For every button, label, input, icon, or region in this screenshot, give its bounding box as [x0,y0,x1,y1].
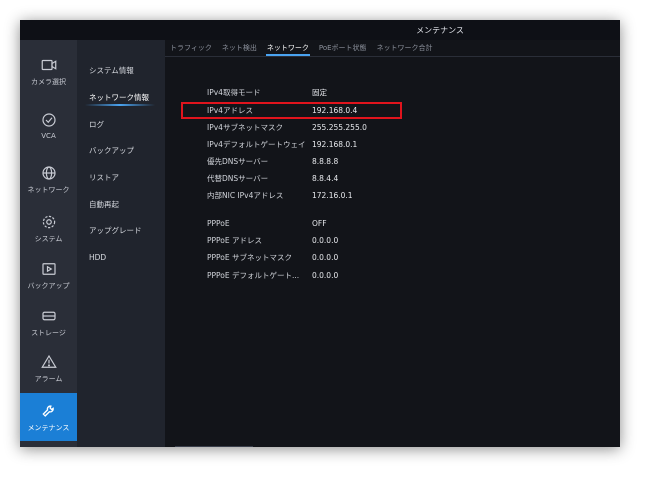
tab-network[interactable]: ネットワーク [262,40,314,56]
rail-item-camera[interactable]: カメラ選択 [20,48,77,94]
submenu-system-info[interactable]: システム情報 [77,61,165,81]
nvr-window: メンテナンス カメラ選択 VCA ネットワーク システム バックアップ ストレー… [20,20,620,447]
submenu-auto-reboot[interactable]: 自動再起 [77,195,165,215]
highlight-box [181,102,402,119]
rail-item-network[interactable]: ネットワーク [20,156,77,202]
maintenance-submenu: システム情報 ネットワーク情報 ログ バックアップ リストア 自動再起 アップグ… [77,40,165,447]
rail-item-vca[interactable]: VCA [20,102,77,148]
globe-icon [41,165,56,180]
submenu-backup[interactable]: バックアップ [77,141,165,161]
window-title: メンテナンス [416,25,464,35]
info-row-pppoe-address: PPPoE アドレス 0.0.0.0 [165,232,620,249]
wrench-icon [41,404,54,417]
info-label: PPPoE サブネットマスク [207,253,293,262]
rail-item-label: カメラ選択 [31,77,66,86]
info-value: 192.168.0.1 [312,140,358,149]
info-label: IPv4デフォルトゲートウェイ [207,140,306,149]
info-row-ipv4-subnet: IPv4サブネットマスク 255.255.255.0 [165,119,620,136]
rail-item-label: VCA [41,131,56,140]
info-label: IPv4サブネットマスク [207,123,283,132]
submenu-restore[interactable]: リストア [77,168,165,188]
info-row-pppoe-gateway: PPPoE デフォルトゲート... 0.0.0.0 [165,267,620,284]
alarm-icon [40,354,57,368]
tab-bar: トラフィック ネット検出 ネットワーク PoEポート状態 ネットワーク合計 [165,40,620,57]
gear-icon [42,215,55,228]
info-label: PPPoE アドレス [207,236,263,245]
info-value: 0.0.0.0 [312,271,339,280]
info-row-pppoe: PPPoE OFF [165,215,620,232]
info-value: 8.8.8.8 [312,157,339,166]
info-value: 0.0.0.0 [312,236,339,245]
submenu-hdd[interactable]: HDD [77,248,165,268]
tab-poe-status[interactable]: PoEポート状態 [314,40,372,56]
rail-item-label: バックアップ [27,281,70,290]
info-label: 優先DNSサーバー [207,157,269,166]
camera-icon [41,59,56,70]
info-value: 固定 [312,88,327,97]
title-bar: メンテナンス [20,20,620,40]
info-label: IPv4取得モード [207,88,261,97]
storage-icon [41,311,56,320]
info-label: 代替DNSサーバー [207,174,269,183]
rail-item-backup[interactable]: バックアップ [20,252,77,298]
info-row-preferred-dns: 優先DNSサーバー 8.8.8.8 [165,153,620,170]
info-value: 172.16.0.1 [312,191,353,200]
info-row-alternate-dns: 代替DNSサーバー 8.8.4.4 [165,170,620,187]
main-menu-rail: カメラ選択 VCA ネットワーク システム バックアップ ストレージ アラーム … [20,40,77,447]
vca-icon [41,112,56,127]
info-value: 0.0.0.0 [312,253,339,262]
rail-item-label: システム [34,234,63,243]
rail-item-label: アラーム [34,374,63,383]
info-row-ipv4-mode: IPv4取得モード 固定 [165,84,620,101]
rail-item-label: ネットワーク [27,185,70,194]
info-label: 内部NIC IPv4アドレス [207,191,284,200]
info-value: 8.8.4.4 [312,174,339,183]
rail-item-maintenance[interactable]: メンテナンス [20,393,77,441]
close-button[interactable]: 終了 [175,446,253,447]
info-row-internal-nic: 内部NIC IPv4アドレス 172.16.0.1 [165,187,620,204]
rail-item-label: メンテナンス [27,423,70,432]
submenu-log[interactable]: ログ [77,115,165,135]
tab-traffic[interactable]: トラフィック [165,40,217,56]
info-row-pppoe-subnet: PPPoE サブネットマスク 0.0.0.0 [165,249,620,266]
info-row-ipv4-gateway: IPv4デフォルトゲートウェイ 192.168.0.1 [165,136,620,153]
rail-item-system[interactable]: システム [20,205,77,251]
network-info-panel: トラフィック ネット検出 ネットワーク PoEポート状態 ネットワーク合計 IP… [165,40,620,447]
info-label: PPPoE デフォルトゲート... [207,271,300,280]
info-label: PPPoE [207,219,230,228]
rail-item-storage[interactable]: ストレージ [20,299,77,345]
tab-network-total[interactable]: ネットワーク合計 [372,40,438,56]
submenu-upgrade[interactable]: アップグレード [77,221,165,241]
info-value: OFF [312,219,327,228]
info-value: 255.255.255.0 [312,123,367,132]
submenu-network-info[interactable]: ネットワーク情報 [77,88,165,108]
rail-item-label: ストレージ [31,328,66,337]
backup-icon [41,262,56,275]
rail-item-alarm[interactable]: アラーム [20,345,77,391]
tab-net-detect[interactable]: ネット検出 [217,40,262,56]
